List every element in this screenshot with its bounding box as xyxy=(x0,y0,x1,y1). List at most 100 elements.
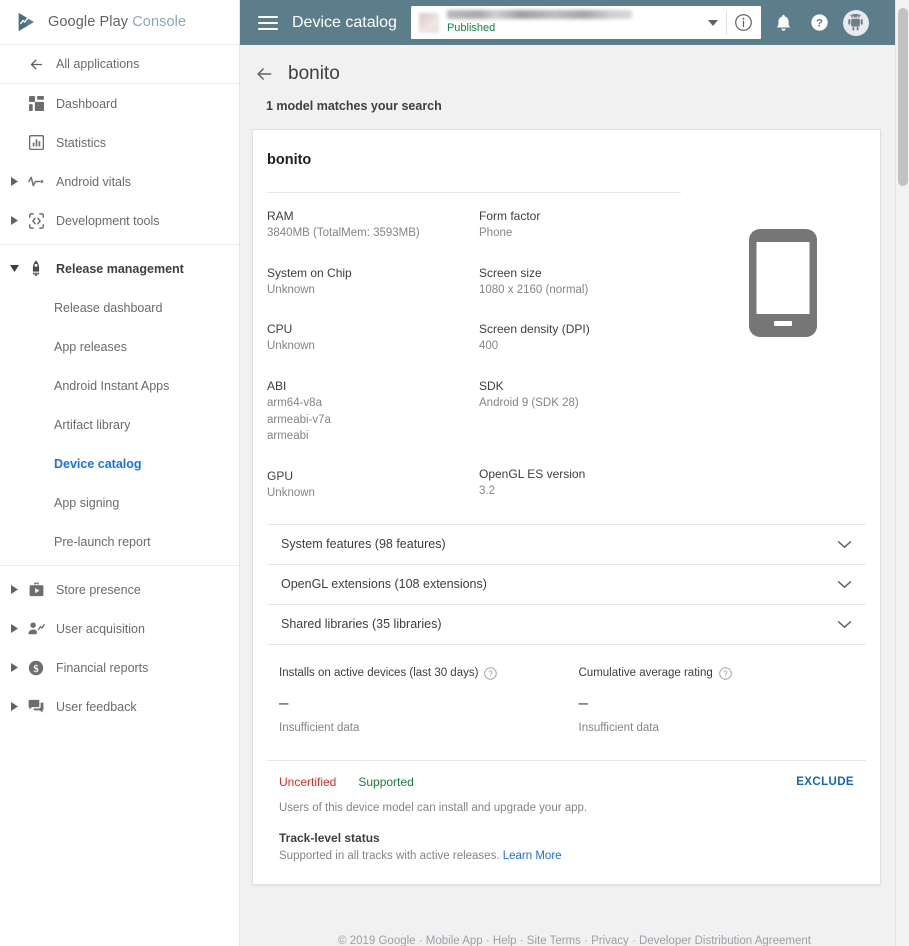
sidebar-item-label: Release management xyxy=(50,262,184,276)
spec-label: OpenGL ES version xyxy=(479,465,691,483)
accordion-system-features[interactable]: System features (98 features) xyxy=(267,524,866,564)
sidebar-item-release-management[interactable]: Release management xyxy=(0,249,239,288)
sidebar: Google Play Console All applications xyxy=(0,0,240,946)
sidebar-item-financial-reports[interactable]: $ Financial reports xyxy=(0,648,239,687)
chevron-right-icon[interactable] xyxy=(6,663,22,672)
android-avatar-icon xyxy=(843,10,869,36)
user-chart-icon xyxy=(22,621,50,636)
page-header: bonito xyxy=(240,45,909,89)
sidebar-item-label: Statistics xyxy=(50,136,106,150)
spec-value: Phone xyxy=(479,225,691,242)
spec-label: System on Chip xyxy=(267,264,479,282)
status-badges-row: Uncertified Supported EXCLUDE xyxy=(279,775,854,789)
spec-screen-density: Screen density (DPI) 400 xyxy=(479,320,691,355)
hamburger-menu-icon[interactable] xyxy=(254,9,282,37)
device-detail-card: bonito RAM 3840MB (TotalMem: 3593MB) Sys… xyxy=(252,129,881,885)
svg-text:?: ? xyxy=(816,18,823,30)
spec-column-left: RAM 3840MB (TotalMem: 3593MB) System on … xyxy=(267,207,479,524)
sidebar-subitem-device-catalog[interactable]: Device catalog xyxy=(0,444,239,483)
account-button[interactable] xyxy=(839,6,873,40)
sidebar-item-label: Store presence xyxy=(50,583,141,597)
rocket-icon xyxy=(22,260,50,277)
sidebar-divider xyxy=(0,244,239,245)
metric-value: – xyxy=(579,680,867,722)
info-circle-icon[interactable] xyxy=(727,13,761,32)
accordion-shared-libraries[interactable]: Shared libraries (35 libraries) xyxy=(267,604,866,644)
metric-subtext: Insufficient data xyxy=(579,722,867,734)
code-brackets-icon xyxy=(22,213,50,229)
sidebar-item-user-feedback[interactable]: User feedback xyxy=(0,687,239,726)
sidebar-item-user-acquisition[interactable]: User acquisition xyxy=(0,609,239,648)
spec-label: CPU xyxy=(267,320,479,338)
sidebar-item-dashboard[interactable]: Dashboard xyxy=(0,84,239,123)
learn-more-link[interactable]: Learn More xyxy=(503,850,562,862)
sidebar-subitem-android-instant-apps[interactable]: Android Instant Apps xyxy=(0,366,239,405)
device-specs: RAM 3840MB (TotalMem: 3593MB) System on … xyxy=(253,193,880,524)
sidebar-item-statistics[interactable]: Statistics xyxy=(0,123,239,162)
sidebar-item-all-applications[interactable]: All applications xyxy=(0,45,239,84)
app-selector-meta: Published xyxy=(447,10,700,35)
sidebar-item-store-presence[interactable]: Store presence xyxy=(0,570,239,609)
metric-header: Installs on active devices (last 30 days… xyxy=(279,667,567,680)
accordion-label: Shared libraries (35 libraries) xyxy=(281,617,441,631)
sidebar-subitem-label: App releases xyxy=(54,340,127,354)
device-name: bonito xyxy=(253,130,880,168)
device-status-section: Uncertified Supported EXCLUDE Users of t… xyxy=(267,760,866,884)
chevron-right-icon[interactable] xyxy=(6,624,22,633)
status-description: Users of this device model can install a… xyxy=(279,789,854,814)
spec-value: 400 xyxy=(479,338,691,355)
spec-form-factor: Form factor Phone xyxy=(479,207,691,242)
page-footer: © 2019 Google · Mobile App · Help · Site… xyxy=(240,885,909,946)
metric-installs: Installs on active devices (last 30 days… xyxy=(267,667,567,734)
sidebar-subitem-app-signing[interactable]: App signing xyxy=(0,483,239,522)
chevron-down-icon[interactable] xyxy=(837,620,852,629)
help-circle-icon[interactable]: ? xyxy=(803,6,837,40)
smartphone-icon xyxy=(747,227,819,339)
svg-text:?: ? xyxy=(489,669,494,678)
sidebar-subitem-artifact-library[interactable]: Artifact library xyxy=(0,405,239,444)
sidebar-subitem-pre-launch-report[interactable]: Pre-launch report xyxy=(0,522,239,561)
chevron-right-icon[interactable] xyxy=(6,585,22,594)
search-result-count: 1 model matches your search xyxy=(240,89,909,113)
page-heading: Device catalog xyxy=(292,14,397,32)
arrow-left-icon xyxy=(22,56,50,73)
sidebar-subitem-release-dashboard[interactable]: Release dashboard xyxy=(0,288,239,327)
chevron-right-icon[interactable] xyxy=(6,216,22,225)
arrow-left-icon[interactable] xyxy=(254,64,274,84)
spec-label: RAM xyxy=(267,207,479,225)
exclude-button[interactable]: EXCLUDE xyxy=(796,776,854,788)
chevron-down-icon[interactable] xyxy=(837,580,852,589)
spec-label: Screen density (DPI) xyxy=(479,320,691,338)
track-description-text: Supported in all tracks with active rele… xyxy=(279,850,500,862)
metric-average-rating: Cumulative average rating ? – Insufficie… xyxy=(567,667,867,734)
chevron-down-icon[interactable] xyxy=(837,540,852,549)
help-circle-icon[interactable]: ? xyxy=(719,667,732,680)
chevron-down-icon[interactable] xyxy=(6,265,22,272)
spec-label: ABI xyxy=(267,377,479,395)
sidebar-subitem-label: Device catalog xyxy=(54,457,142,471)
help-circle-icon[interactable]: ? xyxy=(484,667,497,680)
sidebar-subitem-app-releases[interactable]: App releases xyxy=(0,327,239,366)
chevron-right-icon[interactable] xyxy=(6,702,22,711)
spec-value: Unknown xyxy=(267,485,479,502)
spec-value: 3.2 xyxy=(479,483,691,500)
brand-secondary: Console xyxy=(132,14,186,30)
sidebar-item-android-vitals[interactable]: Android vitals xyxy=(0,162,239,201)
spec-gpu: GPU Unknown xyxy=(267,467,479,502)
chevron-down-icon[interactable] xyxy=(700,20,726,26)
sidebar-item-development-tools[interactable]: Development tools xyxy=(0,201,239,240)
brand-header[interactable]: Google Play Console xyxy=(0,0,239,45)
track-level-status-description: Supported in all tracks with active rele… xyxy=(279,845,854,862)
chevron-right-icon[interactable] xyxy=(6,177,22,186)
bar-chart-icon xyxy=(22,135,50,150)
scrollbar-thumb[interactable] xyxy=(898,8,908,186)
spec-sdk: SDK Android 9 (SDK 28) xyxy=(479,377,691,412)
spec-ram: RAM 3840MB (TotalMem: 3593MB) xyxy=(267,207,479,242)
bell-icon[interactable] xyxy=(767,6,801,40)
app-root: Google Play Console All applications xyxy=(0,0,909,946)
status-badge-certification: Uncertified xyxy=(279,775,336,789)
vertical-scrollbar[interactable] xyxy=(895,0,909,946)
accordion-opengl-extensions[interactable]: OpenGL extensions (108 extensions) xyxy=(267,564,866,604)
app-selector-dropdown[interactable]: Published xyxy=(411,6,761,39)
sidebar-item-label: Android vitals xyxy=(50,175,131,189)
